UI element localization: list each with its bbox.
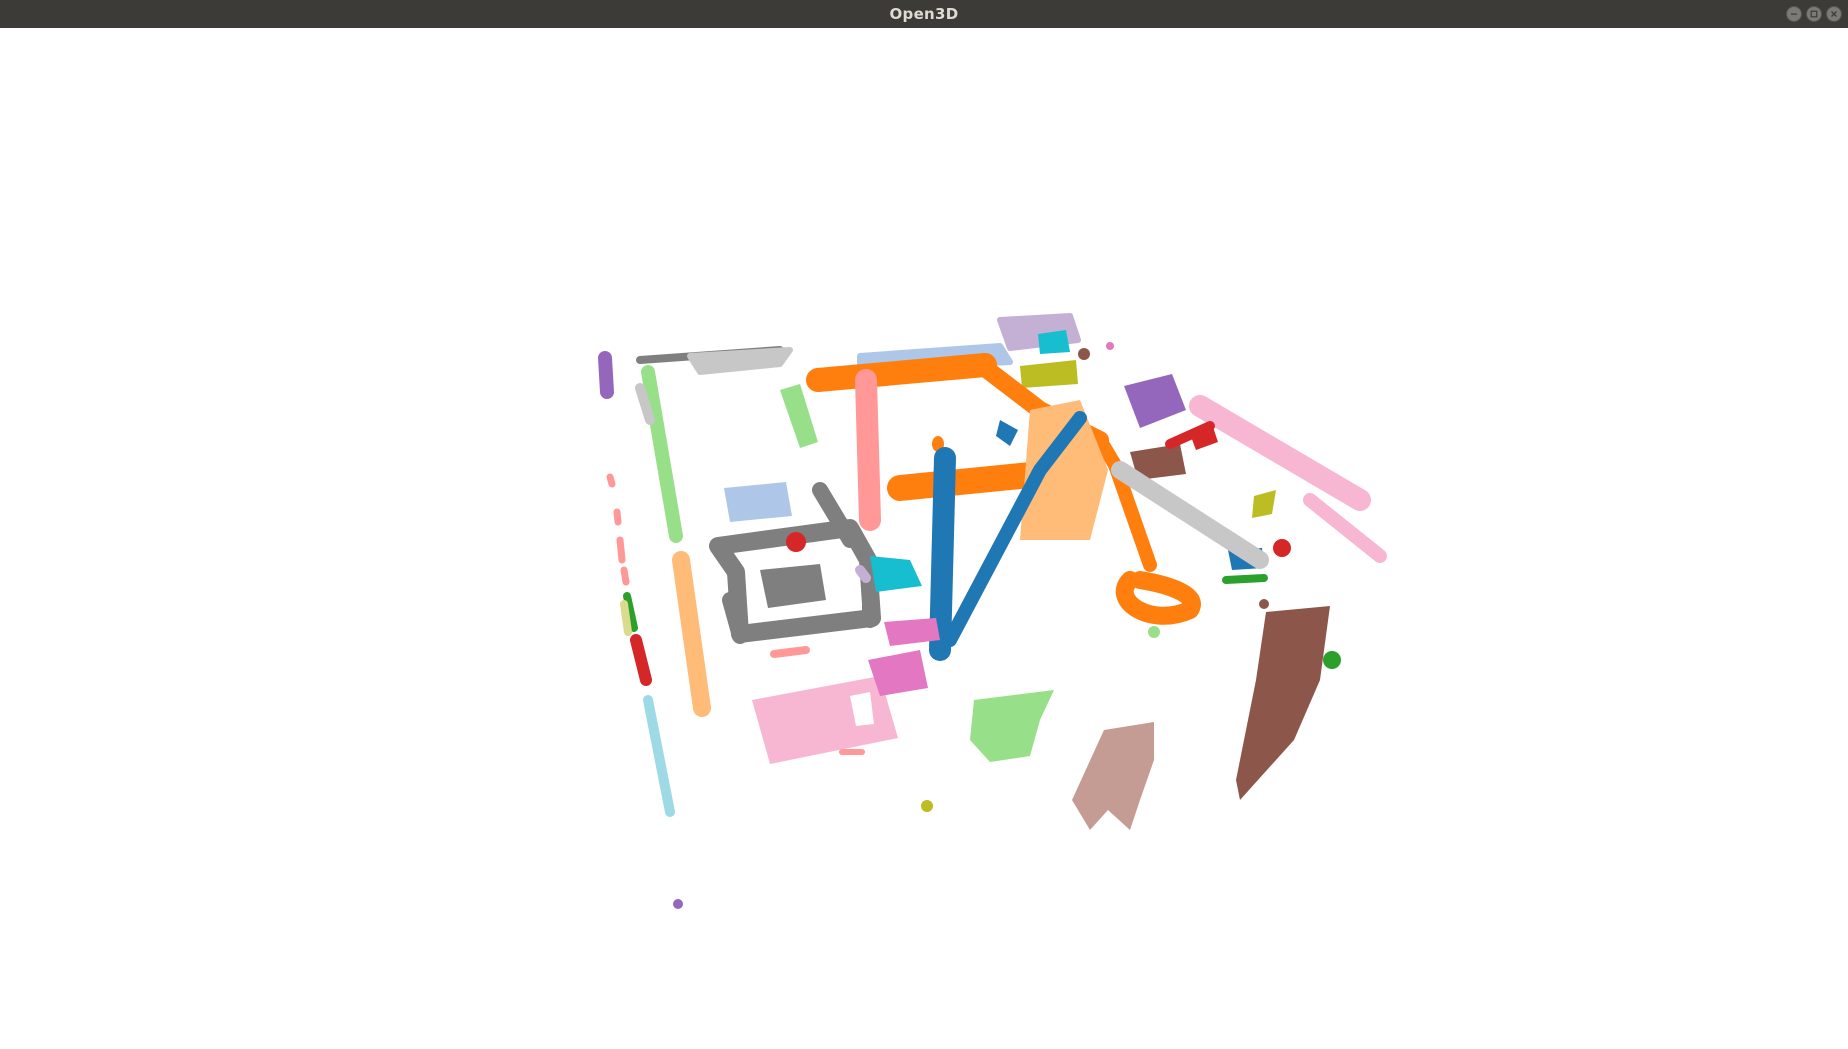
blue-blob [996,420,1018,446]
dot-purple [673,899,683,909]
segment-left-edge-sky [643,695,675,817]
dot-brown-top [1078,348,1090,360]
segment-left-edge-red [630,634,652,686]
segment-left-purple [598,351,614,399]
segment-green-small [1222,574,1268,584]
minimize-icon[interactable] [1786,6,1802,22]
dot-lightgreen [1148,626,1160,638]
segment-left-edge-orange [672,551,711,717]
segment-left-dots [606,473,630,586]
close-icon[interactable] [1826,6,1842,22]
table-pink [752,676,898,764]
blob-olive [1252,490,1276,518]
dot-red [786,532,806,552]
segment-salmon-small [770,646,810,658]
slab-brown [1236,606,1330,800]
dot-olive [921,800,933,812]
blob-lightgreen [970,690,1054,762]
dot-pink-top [1106,342,1114,350]
segment-salmon-vertical [855,369,881,531]
dot-red-right [1273,539,1291,557]
blob-lightblue [724,482,792,522]
object-tan [1072,722,1154,830]
window-controls [1786,6,1842,22]
cluster-purple [1124,374,1186,428]
maximize-icon[interactable] [1806,6,1822,22]
pipe-blue-vertical [929,447,956,661]
segment-top-cyan [1038,330,1070,354]
blob-cyan [870,556,922,592]
segment-top-lightgray [687,347,793,375]
pipe-orange-ring [1115,571,1201,625]
segment-right-rail-pink [1189,395,1371,511]
pipe-orange-top [806,353,997,392]
blob-lightgreen-left [780,384,818,448]
segment-left-edge-lightgreen [641,365,683,543]
chair-gray-inner [760,564,826,608]
segment-left-edge-khaki [620,600,632,636]
dot-green [1323,651,1341,669]
segment-right-rail-pink2 [1303,493,1387,563]
segment-top-olive [1020,360,1078,388]
window-titlebar: Open3D [0,0,1848,28]
segment-lavender-left [855,565,871,583]
3d-viewport[interactable] [0,28,1848,1049]
window-title: Open3D [889,5,959,23]
dot-brown-right [1259,599,1269,609]
point-cloud-render [598,313,1387,909]
